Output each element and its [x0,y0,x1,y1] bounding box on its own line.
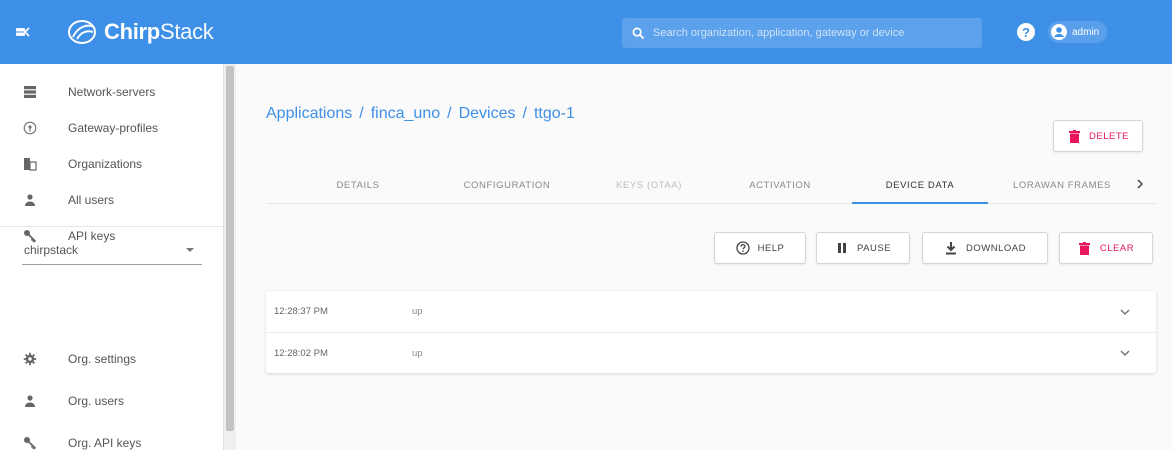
domain-icon [22,156,38,172]
gear-icon [22,351,38,367]
chirpstack-logo[interactable]: ChirpStack [66,18,214,46]
key-icon [22,435,38,450]
chevron-right-icon[interactable] [1132,176,1148,192]
pause-button-label: PAUSE [856,242,891,254]
download-button-label: DOWNLOAD [966,242,1026,254]
help-circle-icon [735,241,750,255]
active-tab-indicator [852,202,988,204]
user-name: admin [1072,26,1100,38]
help-button[interactable]: HELP [714,232,806,264]
trash-icon [1067,129,1081,143]
frame-direction: up [412,347,423,359]
clear-button[interactable]: CLEAR [1059,232,1153,264]
clear-button-label: CLEAR [1099,242,1135,254]
scrollbar-thumb[interactable] [226,66,234,431]
sidebar-item-gateway-profiles[interactable]: Gateway-profiles [0,112,224,144]
tab-activation[interactable]: ACTIVATION [730,166,830,204]
breadcrumb-separator: / [359,105,364,122]
global-search[interactable] [622,18,982,48]
organization-select-value: chirpstack [24,242,79,257]
sidebar-item-org-users[interactable]: Org. users [0,385,224,417]
breadcrumb-separator: / [447,105,452,122]
sidebar-item-org-settings[interactable]: Org. settings [0,343,224,375]
breadcrumb-separator: / [522,105,527,122]
sidebar: Network-servers Gateway-profiles Organiz… [0,64,224,450]
tab-device-data[interactable]: DEVICE DATA [852,166,988,204]
received-time: 12:28:02 PM [274,347,328,359]
delete-button[interactable]: DELETE [1053,120,1143,152]
help-button-label: HELP [757,242,785,254]
device-data-row[interactable]: 12:28:02 PM up [266,332,1156,373]
pause-icon [835,241,849,255]
tab-details[interactable]: DETAILS [308,166,408,204]
trash-icon [1078,241,1092,255]
sidebar-item-all-users[interactable]: All users [0,184,224,216]
logo-text: ChirpStack [104,19,214,44]
tab-keys-otaa[interactable]: KEYS (OTAA) [594,166,704,204]
sidebar-scrollbar[interactable] [224,64,236,450]
sidebar-item-organizations[interactable]: Organizations [0,148,224,180]
sidebar-item-label: Org. users [68,394,125,408]
sidebar-divider [0,226,224,227]
sidebar-item-label: Org. settings [68,352,137,366]
tab-lorawan-frames[interactable]: LORAWAN FRAMES [994,166,1130,204]
sidebar-item-org-api-keys[interactable]: Org. API keys [0,427,224,450]
sidebar-item-label: Organizations [68,157,143,171]
user-menu-button[interactable]: admin [1048,21,1108,43]
server-icon [22,84,38,100]
sidebar-item-label: All users [68,193,115,207]
download-button[interactable]: DOWNLOAD [922,232,1048,264]
received-time: 12:28:37 PM [274,306,328,317]
device-data-list: 12:28:37 PM up 12:28:02 PM up [266,291,1156,373]
user-icon [22,393,38,409]
breadcrumb-device: ttgo-1 [533,105,575,122]
menu-toggle-icon[interactable] [14,20,38,44]
organization-select[interactable]: chirpstack [22,235,202,265]
search-input[interactable] [653,27,973,39]
breadcrumb-applications[interactable]: Applications [266,105,352,123]
device-tabs: DETAILS CONFIGURATION KEYS (OTAA) ACTIVA… [266,166,1156,204]
top-app-bar: ChirpStack ? admin [0,0,1172,64]
search-icon [632,27,645,39]
chevron-down-icon [186,248,194,252]
sidebar-item-label: Org. API keys [68,436,142,450]
sidebar-item-label: Gateway-profiles [68,121,159,135]
user-icon [22,192,38,208]
sidebar-item-network-servers[interactable]: Network-servers [0,76,224,108]
breadcrumb-devices[interactable]: Devices [459,105,516,123]
breadcrumb-application[interactable]: finca_uno [371,105,440,123]
download-icon [944,241,958,255]
device-data-row[interactable]: 12:28:37 PM up [266,291,1156,332]
chirpstack-logo-icon [68,20,96,44]
delete-button-label: DELETE [1089,130,1129,142]
gateway-icon [22,120,38,136]
sidebar-item-label: Network-servers [68,85,156,99]
expand-more-icon[interactable] [1118,305,1132,319]
frame-direction: up [412,306,423,317]
pause-button[interactable]: PAUSE [816,232,910,264]
account-circle-icon [1051,24,1067,40]
tab-configuration[interactable]: CONFIGURATION [444,166,570,204]
help-icon[interactable]: ? [1017,23,1035,41]
breadcrumb: Applications / finca_uno / Devices / ttg… [266,105,575,123]
expand-more-icon[interactable] [1118,346,1132,360]
